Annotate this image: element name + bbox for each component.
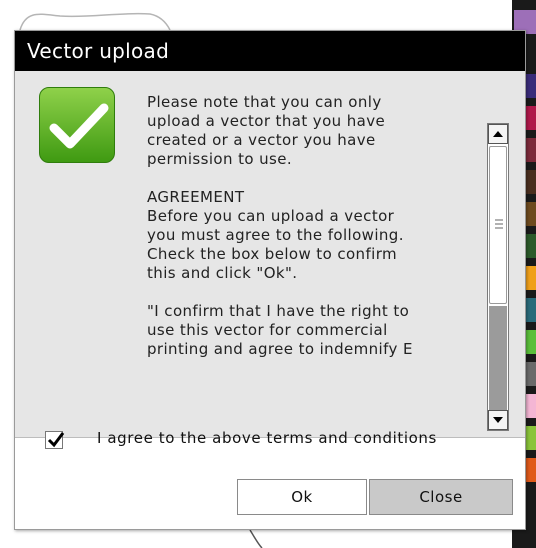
message-paragraph-agreement: AGREEMENT Before you can upload a vector… <box>147 188 404 282</box>
dialog-title: Vector upload <box>27 39 170 63</box>
agree-label[interactable]: I agree to the above terms and condition… <box>97 429 437 447</box>
scroll-up-button[interactable] <box>488 124 508 144</box>
dialog-content: Please note that you can only upload a v… <box>15 71 525 437</box>
arrow-down-icon <box>493 417 503 423</box>
checkmark-badge-icon <box>39 87 115 163</box>
scroll-track[interactable] <box>489 306 507 410</box>
grip-icon <box>495 219 503 229</box>
agree-checkbox[interactable] <box>45 431 65 449</box>
agreement-message: Please note that you can only upload a v… <box>147 93 467 423</box>
scroll-down-button[interactable] <box>488 410 508 430</box>
dialog-titlebar: Vector upload <box>15 31 525 71</box>
ok-button[interactable]: Ok <box>237 479 367 515</box>
scroll-thumb[interactable] <box>489 146 507 304</box>
message-paragraph-confirm: "I confirm that I have the right to use … <box>147 302 413 358</box>
message-paragraph-notice: Please note that you can only upload a v… <box>147 93 386 168</box>
checkmark-icon <box>47 432 65 448</box>
message-scrollbar[interactable] <box>487 123 509 431</box>
close-button[interactable]: Close <box>369 479 513 515</box>
arrow-up-icon <box>493 131 503 137</box>
vector-upload-dialog: Vector upload Please note that you can o… <box>14 30 526 530</box>
